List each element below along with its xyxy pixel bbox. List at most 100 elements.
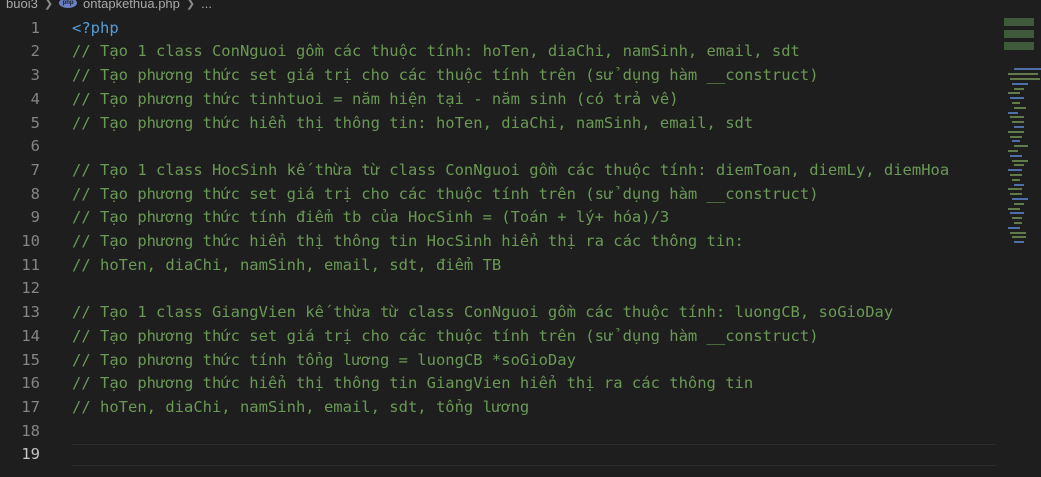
line-number: 2: [30, 42, 40, 61]
code-line[interactable]: 1 <?php: [0, 16, 996, 40]
minimap-line: [1012, 102, 1020, 104]
code-line[interactable]: 17 // hoTen, diaChi, namSinh, email, sdt,…: [0, 395, 996, 419]
breadcrumb-folder[interactable]: buoi3: [6, 0, 38, 11]
line-number: 19: [21, 445, 40, 464]
code-line[interactable]: 2 // Tạo 1 class ConNguoi gồm các thuộc t…: [0, 40, 996, 64]
minimap-line: [1010, 78, 1040, 80]
minimap-line: [1012, 217, 1022, 220]
line-number: 13: [21, 303, 40, 322]
minimap[interactable]: [1004, 16, 1041, 244]
code-line[interactable]: 13 // Tạo 1 class GiangVien kế thừa từ cl…: [0, 300, 996, 324]
minimap-line: [1008, 226, 1020, 229]
minimap-line: [1010, 174, 1022, 176]
line-number: 11: [21, 255, 40, 274]
code-editor[interactable]: 1 <?php 2 // Tạo 1 class ConNguoi gồm các t…: [0, 16, 996, 477]
line-number: 5: [30, 113, 40, 132]
code-text[interactable]: // hoTen, diaChi, namSinh, email, sdt, t…: [72, 398, 529, 416]
code-text[interactable]: // hoTen, diaChi, namSinh, email, sdt, đ…: [72, 256, 501, 274]
minimap-line: [1014, 183, 1024, 186]
minimap-line: [1008, 92, 1020, 95]
code-line[interactable]: 6: [0, 135, 996, 159]
code-text[interactable]: // Tạo phương thức tính tổng lương = luo…: [72, 351, 576, 369]
minimap-line: [1008, 150, 1018, 152]
minimap-line: [1004, 30, 1034, 38]
minimap-line: [1014, 222, 1022, 224]
minimap-line: [1014, 68, 1041, 71]
line-number: 18: [21, 421, 40, 440]
code-text[interactable]: // Tạo phương thức hiển thị thông tin Gi…: [72, 374, 753, 392]
minimap-line: [1010, 154, 1022, 157]
code-text[interactable]: // Tạo 1 class HocSinh kế thừa từ class …: [72, 161, 949, 179]
code-text[interactable]: // Tạo phương thức set giá trị cho các t…: [72, 185, 819, 203]
code-line[interactable]: 14 // Tạo phương thức set giá trị cho các…: [0, 324, 996, 348]
line-number: 1: [30, 18, 40, 37]
code-line[interactable]: 15 // Tạo phương thức tính tổng lương = l…: [0, 348, 996, 372]
line-number: 15: [21, 350, 40, 369]
minimap-line: [1014, 106, 1026, 109]
code-line[interactable]: 7 // Tạo 1 class HocSinh kế thừa từ class…: [0, 158, 996, 182]
line-number: 12: [21, 279, 40, 298]
line-number: 17: [21, 397, 40, 416]
minimap-line: [1014, 87, 1024, 90]
breadcrumb-file[interactable]: ontapkethua.php: [83, 0, 180, 11]
minimap-line: [1010, 116, 1024, 119]
minimap-line: [1004, 18, 1034, 26]
code-line[interactable]: 16 // Tạo phương thức hiển thị thông tin …: [0, 372, 996, 396]
minimap-line: [1010, 97, 1024, 100]
code-line[interactable]: 12: [0, 277, 996, 301]
code-text[interactable]: // Tạo 1 class GiangVien kế thừa từ clas…: [72, 303, 893, 321]
line-number: 14: [21, 326, 40, 345]
code-line[interactable]: 4 // Tạo phương thức tinhtuoi = năm hiện …: [0, 87, 996, 111]
line-number: 9: [30, 208, 40, 227]
code-text[interactable]: // Tạo phương thức set giá trị cho các t…: [72, 327, 819, 345]
code-line[interactable]: 9 // Tạo phương thức tính điểm tb của Hoc…: [0, 206, 996, 230]
minimap-line: [1014, 126, 1024, 128]
code-text[interactable]: <?php: [72, 19, 119, 37]
code-text[interactable]: // Tạo phương thức set giá trị cho các t…: [72, 66, 819, 84]
minimap-line: [1012, 198, 1028, 200]
minimap-line: [1010, 193, 1022, 196]
code-line[interactable]: 3 // Tạo phương thức set giá trị cho các …: [0, 63, 996, 87]
line-number: 10: [21, 232, 40, 251]
code-line[interactable]: 18: [0, 419, 996, 443]
code-line[interactable]: 5 // Tạo phương thức hiển thị thông tin: …: [0, 111, 996, 135]
line-number: 3: [30, 66, 40, 85]
minimap-line: [1008, 188, 1022, 191]
code-text[interactable]: // Tạo phương thức tinhtuoi = năm hiện t…: [72, 90, 679, 108]
php-file-icon: php: [59, 0, 78, 8]
code-line[interactable]: 19: [0, 443, 996, 467]
code-line[interactable]: 10 // Tạo phương thức hiển thị thông tin …: [0, 229, 996, 253]
minimap-line: [1014, 145, 1028, 148]
minimap-line: [1008, 130, 1024, 133]
minimap-line: [1014, 202, 1024, 205]
chevron-right-icon: ❯: [185, 0, 196, 10]
breadcrumb: buoi3 ❯ php ontapkethua.php ❯ ...: [0, 0, 1006, 11]
line-number: 8: [30, 184, 40, 203]
minimap-line: [1012, 236, 1026, 239]
code-text[interactable]: // Tạo phương thức tính điểm tb của HocS…: [72, 208, 669, 226]
code-text[interactable]: // Tạo phương thức hiển thị thông tin: h…: [72, 114, 753, 132]
breadcrumb-ellipsis[interactable]: ...: [201, 0, 212, 11]
code-line[interactable]: 11 // hoTen, diaChi, namSinh, email, sdt,…: [0, 253, 996, 277]
minimap-line: [1008, 111, 1018, 114]
minimap-line: [1004, 42, 1034, 50]
minimap-line: [1008, 207, 1020, 210]
code-text[interactable]: // Tạo phương thức hiển thị thông tin Ho…: [72, 232, 744, 250]
line-number: 4: [30, 89, 40, 108]
minimap-line: [1012, 178, 1020, 181]
line-number: 7: [30, 160, 40, 179]
minimap-line: [1014, 164, 1024, 167]
line-number: 6: [30, 137, 40, 156]
minimap-line: [1008, 169, 1022, 172]
minimap-line: [1014, 241, 1024, 244]
minimap-line: [1010, 231, 1026, 234]
minimap-line: [1008, 73, 1038, 76]
minimap-line: [1012, 82, 1028, 85]
code-line[interactable]: 8 // Tạo phương thức set giá trị cho các …: [0, 182, 996, 206]
minimap-line: [1010, 212, 1024, 215]
minimap-line: [1012, 159, 1028, 162]
minimap-line: [1010, 135, 1022, 138]
code-text[interactable]: // Tạo 1 class ConNguoi gồm các thuộc tí…: [72, 42, 800, 60]
chevron-right-icon: ❯: [43, 0, 54, 10]
minimap-line: [1012, 121, 1024, 124]
